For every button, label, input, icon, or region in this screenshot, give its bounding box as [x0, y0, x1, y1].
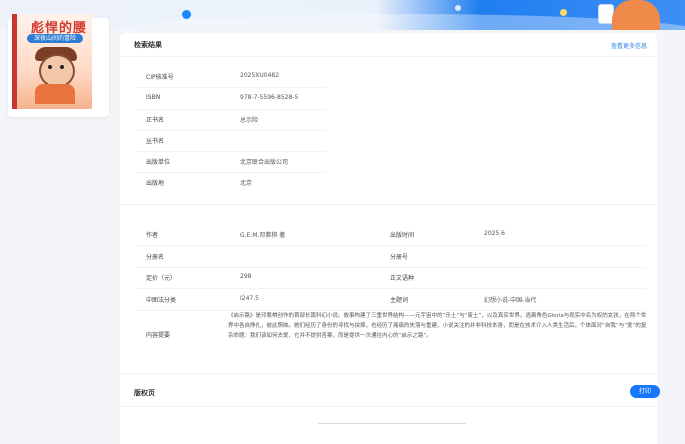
- print-button[interactable]: 打印: [630, 385, 660, 398]
- field-label: 丛书名: [146, 138, 165, 145]
- row-divider: [136, 288, 646, 289]
- cover-character-eye: [48, 65, 52, 69]
- summary-label: 内容提要: [146, 332, 171, 339]
- field-value: 北京联合出版公司: [240, 159, 289, 166]
- field-value: G.E.M.邓紫棋 著: [240, 232, 286, 239]
- bottom-rule: [318, 423, 466, 424]
- field-value: 2025XU0482: [240, 72, 280, 79]
- cover-character-eye: [60, 65, 64, 69]
- field-label: 正文语种: [390, 275, 415, 282]
- row-divider: [136, 245, 646, 246]
- more-info-link[interactable]: 查看更多信息: [611, 41, 647, 50]
- field-label: 分册名: [146, 254, 165, 261]
- banner-dot: [182, 10, 191, 19]
- field-value: 北京: [240, 180, 253, 187]
- divider: [120, 204, 657, 205]
- row-divider: [136, 130, 326, 131]
- cover-character-body: [35, 84, 75, 104]
- row-divider: [136, 87, 326, 88]
- cover-character-face: [39, 54, 75, 88]
- divider: [120, 373, 657, 374]
- field-value: 978-7-5596-8528-5: [240, 94, 299, 101]
- book-cover-image: 彪悍的腰 深夜山间的冒险: [12, 14, 92, 109]
- field-value: 2025.6: [484, 230, 505, 237]
- page-title: 检索结果: [134, 41, 162, 49]
- row-divider: [136, 267, 646, 268]
- field-label: 出版时间: [390, 232, 415, 239]
- field-label: CIP核准号: [146, 74, 174, 81]
- banner-dot: [560, 9, 567, 16]
- field-label: 中图法分类: [146, 297, 177, 304]
- field-label: 出版地: [146, 180, 165, 187]
- row-divider: [136, 151, 326, 152]
- divider: [120, 406, 657, 407]
- field-label: ISBN: [146, 94, 161, 101]
- divider: [120, 56, 657, 57]
- field-value: 298: [240, 273, 252, 280]
- banner-person-illustration: [612, 0, 660, 30]
- banner-dot: [455, 5, 461, 11]
- copyright-page-title: 版权页: [134, 389, 155, 397]
- field-label: 正书名: [146, 117, 165, 124]
- field-value: 幻想小说-中国-当代: [484, 297, 537, 304]
- field-label: 出版单位: [146, 159, 171, 166]
- summary-text: 《启示路》是邓紫棋创作的首部长篇科幻小说。故事构建了三重世界结构——元宇宙中的“…: [228, 313, 647, 339]
- field-value: I247.5: [240, 295, 259, 302]
- field-label: 作者: [146, 232, 159, 239]
- field-label: 主题词: [390, 297, 409, 304]
- field-value: 总示险: [240, 117, 259, 124]
- field-label: 分册号: [390, 254, 409, 261]
- row-divider: [136, 109, 326, 110]
- row-divider: [136, 172, 326, 173]
- cover-subtitle: 深夜山间的冒险: [27, 34, 83, 43]
- search-result-panel: 检索结果 查看更多信息 CIP核准号 2025XU0482 ISBN 978-7…: [120, 33, 660, 444]
- field-label: 定价（元）: [146, 275, 177, 282]
